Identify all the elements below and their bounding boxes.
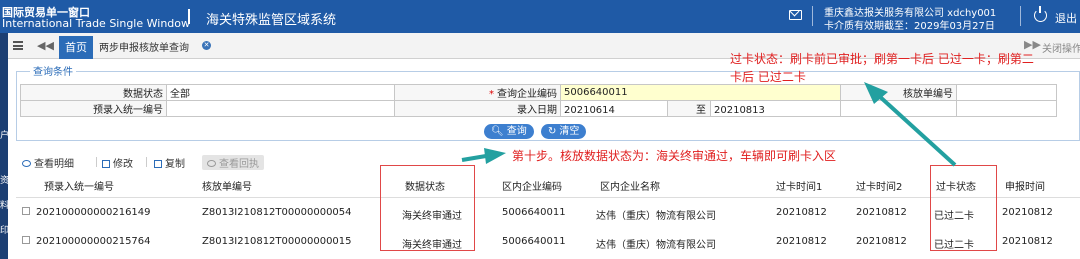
copy-button[interactable]: 复制 bbox=[154, 155, 185, 170]
cell-preentry-no: 202100000000216149 bbox=[36, 207, 151, 218]
label-data-status: 数据状态 bbox=[20, 84, 167, 101]
entry-date-range: 20210614 至 20210813 bbox=[560, 100, 841, 117]
view-detail-button[interactable]: 查看明细 bbox=[22, 155, 74, 170]
search-icon: 🔍︎ bbox=[491, 126, 504, 137]
cell-company-name: 达伟（重庆）物流有限公司 bbox=[596, 240, 716, 251]
copy-icon bbox=[154, 160, 162, 168]
left-nav-strip: 户 资 料 印 bbox=[0, 33, 9, 259]
tab-prev-icon[interactable]: ◀◀ bbox=[37, 39, 54, 52]
column-header[interactable]: 申报时间 bbox=[1005, 178, 1045, 193]
label-release-no: 核放单编号 bbox=[840, 84, 957, 101]
left-strip-char[interactable]: 印 bbox=[0, 223, 9, 236]
left-strip-char[interactable]: 资 bbox=[0, 173, 9, 186]
column-header[interactable]: 过卡时间1 bbox=[776, 178, 822, 193]
query-legend: 查询条件 bbox=[30, 63, 76, 78]
power-icon[interactable] bbox=[1034, 6, 1047, 22]
cell-pass-time-1: 20210812 bbox=[776, 207, 827, 218]
cell-company-code: 5006640011 bbox=[502, 236, 566, 247]
tab-release-query[interactable]: 两步申报核放单查询 bbox=[99, 39, 189, 54]
cell-declare-time: 20210812 bbox=[1002, 236, 1053, 247]
empty-cell bbox=[840, 100, 957, 117]
view-receipt-button[interactable]: 查看回执 bbox=[202, 155, 264, 170]
cell-preentry-no: 202100000000215764 bbox=[36, 236, 151, 247]
toolbar-separator bbox=[96, 157, 97, 167]
column-header[interactable]: 区内企业编码 bbox=[502, 178, 562, 193]
left-strip-char[interactable]: 户 bbox=[0, 128, 9, 141]
mail-icon[interactable] bbox=[789, 10, 802, 20]
toolbar-separator bbox=[146, 157, 147, 167]
column-header[interactable]: 核放单编号 bbox=[202, 178, 252, 193]
column-header[interactable]: 区内企业名称 bbox=[600, 178, 660, 193]
brand-name-en: International Trade Single Window bbox=[2, 17, 190, 30]
step-ten-note: 第十步。核放数据状态为：海关终审通过，车辆即可刷卡入区 bbox=[512, 149, 837, 163]
query-form: 数据状态 全部 * 查询企业编码 5006640011 核放单编号 预录入统一编号… bbox=[20, 84, 1057, 117]
preentry-no-input[interactable] bbox=[166, 100, 395, 117]
label-company-code: * 查询企业编码 bbox=[394, 84, 561, 101]
label-entry-date: 录入日期 bbox=[394, 100, 561, 117]
edit-icon bbox=[102, 160, 110, 168]
cell-pass-time-2: 20210812 bbox=[856, 236, 907, 247]
table-row[interactable]: 202100000000215764 Z8013I210812T00000000… bbox=[16, 227, 1080, 256]
cell-company-name: 达伟（重庆）物流有限公司 bbox=[596, 211, 716, 222]
close-operations-button[interactable]: 关闭操作 bbox=[1042, 40, 1080, 55]
modify-button[interactable]: 修改 bbox=[102, 155, 133, 170]
system-title: 海关特殊监管区域系统 bbox=[206, 13, 337, 28]
tab-close-icon[interactable]: ✕ bbox=[202, 41, 211, 50]
header-separator bbox=[1020, 6, 1021, 26]
cell-pass-time-2: 20210812 bbox=[856, 207, 907, 218]
logout-button[interactable]: 退出 bbox=[1055, 10, 1077, 26]
tab-home[interactable]: 首页 bbox=[59, 36, 93, 59]
company-code-input[interactable]: 5006640011 bbox=[560, 84, 841, 101]
data-status-highlight bbox=[380, 165, 475, 251]
left-strip-char[interactable]: 料 bbox=[0, 198, 9, 211]
date-to-input[interactable]: 20210813 bbox=[711, 105, 765, 116]
label-to: 至 bbox=[667, 101, 711, 116]
query-button[interactable]: 🔍︎ 查询 bbox=[484, 124, 534, 139]
cell-release-no: Z8013I210812T00000000015 bbox=[202, 236, 352, 247]
column-header[interactable]: 预录入统一编号 bbox=[44, 178, 114, 193]
header-separator bbox=[812, 6, 813, 26]
empty-cell bbox=[956, 100, 1057, 117]
card-status-note: 过卡状态：刷卡前已审批；刷第一卡后 已过一卡；刷第二 bbox=[730, 52, 1034, 66]
grid-header: 预录入统一编号 核放单编号 数据状态 区内企业编码 区内企业名称 过卡时间1 过… bbox=[16, 172, 1080, 198]
refresh-icon: ↻ bbox=[548, 126, 557, 137]
cell-declare-time: 20210812 bbox=[1002, 207, 1053, 218]
header-divider bbox=[188, 9, 190, 24]
label-preentry-no: 预录入统一编号 bbox=[20, 100, 167, 117]
row-checkbox[interactable] bbox=[22, 207, 30, 215]
release-no-input[interactable] bbox=[956, 84, 1057, 101]
cell-company-code: 5006640011 bbox=[502, 207, 566, 218]
card-validity: 卡介质有效期截至：2029年03月27日 bbox=[824, 21, 995, 32]
menu-icon[interactable] bbox=[13, 41, 23, 50]
page: 国际贸易单一窗口 International Trade Single Wind… bbox=[0, 0, 1080, 259]
card-status-highlight bbox=[930, 165, 997, 251]
table-row[interactable]: 202100000000216149 Z8013I210812T00000000… bbox=[16, 198, 1080, 227]
eye-icon bbox=[22, 160, 31, 167]
top-header: 国际贸易单一窗口 International Trade Single Wind… bbox=[0, 0, 1080, 33]
date-from-input[interactable]: 20210614 bbox=[562, 105, 668, 116]
column-header[interactable]: 过卡时间2 bbox=[856, 178, 902, 193]
clear-button[interactable]: ↻ 清空 bbox=[541, 124, 587, 139]
cell-release-no: Z8013I210812T00000000054 bbox=[202, 207, 352, 218]
eye-icon bbox=[207, 160, 216, 167]
row-checkbox[interactable] bbox=[22, 236, 30, 244]
cell-pass-time-1: 20210812 bbox=[776, 236, 827, 247]
card-status-note-cont: 卡后 已过二卡 bbox=[730, 70, 806, 84]
data-status-select[interactable]: 全部 bbox=[166, 84, 395, 101]
